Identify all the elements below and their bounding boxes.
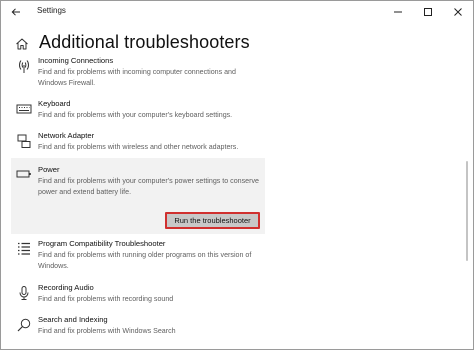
item-description: Find and fix problems with running older… [38, 251, 252, 270]
run-troubleshooter-button[interactable]: Run the troubleshooter [165, 212, 260, 229]
program-list-icon [18, 242, 30, 255]
item-name: Network Adapter [38, 131, 95, 140]
item-name: Search and Indexing [38, 315, 108, 324]
troubleshooter-keyboard[interactable]: Keyboard Find and fix problems with your… [11, 99, 265, 123]
item-description: Find and fix problems with your computer… [38, 111, 233, 119]
troubleshooter-program-compatibility[interactable]: Program Compatibility Troubleshooter Fin… [11, 239, 265, 273]
home-button[interactable] [15, 37, 29, 51]
item-description: Find and fix problems with incoming comp… [38, 68, 236, 87]
maximize-icon [424, 8, 432, 16]
troubleshooter-search-indexing[interactable]: Search and Indexing Find and fix problem… [11, 315, 265, 339]
window-controls [383, 1, 473, 23]
title-bar: Settings [1, 1, 473, 23]
item-name: Program Compatibility Troubleshooter [38, 239, 166, 248]
back-button[interactable] [8, 4, 24, 20]
minimize-button[interactable] [383, 1, 413, 23]
troubleshooter-recording-audio[interactable]: Recording Audio Find and fix problems wi… [11, 283, 265, 307]
item-name: Power [38, 165, 60, 174]
microphone-icon [19, 286, 29, 300]
keyboard-icon [16, 104, 32, 114]
search-icon [17, 318, 31, 332]
close-icon [454, 8, 462, 16]
scrollbar[interactable] [466, 161, 468, 261]
item-name: Keyboard [38, 99, 71, 108]
troubleshooter-network-adapter[interactable]: Network Adapter Find and fix problems wi… [11, 131, 265, 155]
item-name: Recording Audio [38, 283, 94, 292]
home-icon [16, 38, 28, 50]
close-button[interactable] [443, 1, 473, 23]
item-description: Find and fix problems with Windows Searc… [38, 327, 176, 335]
item-description: Find and fix problems with wireless and … [38, 143, 239, 151]
settings-window: Settings Additional troubleshooters Inco… [0, 0, 474, 350]
minimize-icon [394, 11, 402, 13]
maximize-button[interactable] [413, 1, 443, 23]
troubleshooter-incoming-connections[interactable]: Incoming Connections Find and fix proble… [11, 56, 265, 90]
battery-icon [16, 170, 31, 178]
app-title: Settings [37, 6, 66, 15]
troubleshooter-power[interactable]: Power Find and fix problems with your co… [11, 158, 265, 234]
item-description: Find and fix problems with your computer… [38, 177, 259, 196]
wireless-signal-icon [19, 60, 29, 73]
item-name: Incoming Connections [38, 56, 114, 65]
back-arrow-icon [11, 8, 20, 16]
page-title: Additional troubleshooters [39, 32, 250, 52]
item-description: Find and fix problems with recording sou… [38, 295, 174, 303]
network-adapter-icon [17, 134, 31, 148]
